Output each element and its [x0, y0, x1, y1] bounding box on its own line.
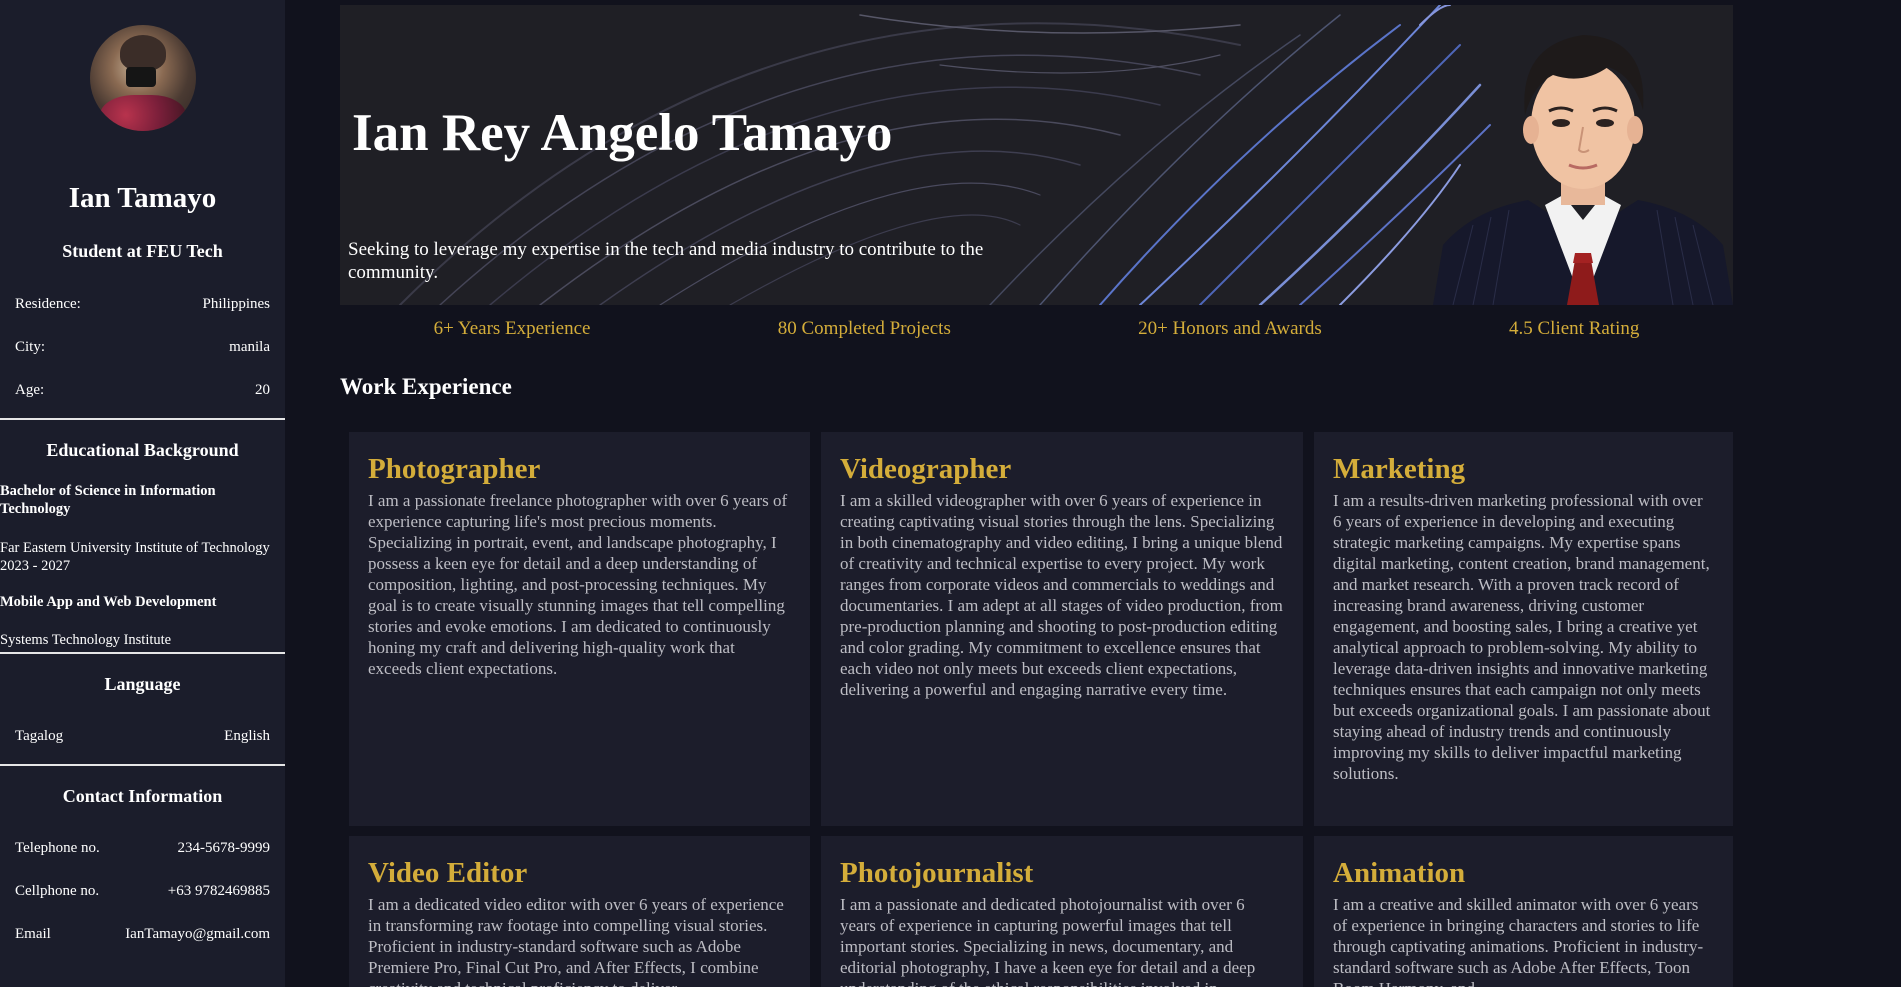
education-school: Far Eastern University Institute of Tech… — [0, 540, 270, 574]
work-card-videographer: Videographer I am a skilled videographer… — [821, 432, 1303, 826]
language-row: Tagalog English — [15, 728, 270, 745]
divider — [0, 764, 285, 766]
work-experience-title: Work Experience — [340, 374, 512, 399]
city-row: City: manila — [15, 339, 270, 356]
residence-row: Residence: Philippines — [15, 296, 270, 313]
age-label: Age: — [15, 382, 45, 398]
work-card-video-editor: Video Editor I am a dedicated video edit… — [349, 836, 810, 987]
work-card-title: Marketing — [1333, 453, 1466, 485]
telephone-value: 234-5678-9999 — [177, 840, 271, 856]
work-card-text: I am a passionate freelance photographer… — [368, 491, 788, 678]
education-track: Mobile App and Web Development — [0, 594, 217, 610]
education-degree: Bachelor of Science in Information Techn… — [0, 483, 216, 517]
camera-icon — [126, 67, 156, 87]
profile-portrait — [1433, 35, 1733, 305]
email-value[interactable]: IanTamayo@gmail.com — [125, 926, 270, 943]
divider — [0, 418, 285, 420]
cellphone-row: Cellphone no. +63 9782469885 — [15, 883, 270, 900]
avatar — [90, 25, 196, 131]
language-tagalog: Tagalog — [15, 728, 64, 744]
work-card-text: I am a results-driven marketing professi… — [1333, 491, 1711, 783]
divider — [0, 652, 285, 654]
city-value: manila — [229, 339, 270, 355]
age-value: 20 — [255, 382, 270, 398]
education-title: Educational Background — [46, 440, 239, 460]
work-card-title: Photographer — [368, 453, 541, 485]
hero-title: Ian Rey Angelo Tamayo — [352, 104, 893, 162]
residence-label: Residence: — [15, 296, 81, 312]
stat-rating: 4.5 Client Rating — [1509, 318, 1640, 339]
profile-role: Student at FEU Tech — [62, 241, 223, 261]
contact-title: Contact Information — [62, 786, 223, 806]
work-card-text: I am a skilled videographer with over 6 … — [840, 491, 1283, 699]
city-label: City: — [15, 339, 46, 355]
stats-bar: 6+ Years Experience 80 Completed Project… — [340, 318, 1733, 340]
age-row: Age: 20 — [15, 382, 270, 399]
work-card-title: Photojournalist — [840, 857, 1034, 889]
cellphone-label: Cellphone no. — [15, 883, 100, 899]
avatar-shirt — [100, 95, 186, 131]
stat-awards: 20+ Honors and Awards — [1138, 318, 1322, 339]
sidebar: Ian Tamayo Student at FEU Tech Residence… — [0, 0, 285, 987]
avatar-hair — [120, 35, 166, 71]
cellphone-value: +63 9782469885 — [167, 883, 270, 899]
work-card-marketing: Marketing I am a results-driven marketin… — [1314, 432, 1733, 826]
residence-value: Philippines — [202, 296, 270, 312]
stat-experience: 6+ Years Experience — [433, 318, 591, 339]
work-card-text: I am a creative and skilled animator wit… — [1333, 895, 1704, 987]
work-card-animation: Animation I am a creative and skilled an… — [1314, 836, 1733, 987]
work-card-photographer: Photographer I am a passionate freelance… — [349, 432, 810, 826]
work-card-photojournalist: Photojournalist I am a passionate and de… — [821, 836, 1303, 987]
profile-name: Ian Tamayo — [68, 182, 217, 214]
work-card-text: I am a dedicated video editor with over … — [368, 895, 784, 987]
work-card-text: I am a passionate and dedicated photojou… — [840, 895, 1256, 987]
hero-subtitle: Seeking to leverage my expertise in the … — [348, 239, 984, 283]
email-row: Email IanTamayo@gmail.com — [15, 926, 270, 943]
work-card-title: Video Editor — [368, 857, 528, 889]
hero-banner: Ian Rey Angelo Tamayo Seeking to leverag… — [340, 5, 1733, 305]
stat-projects: 80 Completed Projects — [777, 318, 951, 339]
telephone-row: Telephone no. 234-5678-9999 — [15, 840, 270, 857]
education-institute: Systems Technology Institute — [0, 632, 172, 648]
language-english: English — [224, 728, 270, 744]
telephone-label: Telephone no. — [15, 840, 100, 856]
language-title: Language — [104, 674, 181, 694]
work-card-title: Animation — [1333, 857, 1466, 889]
work-card-title: Videographer — [840, 453, 1012, 485]
email-label: Email — [15, 926, 51, 942]
